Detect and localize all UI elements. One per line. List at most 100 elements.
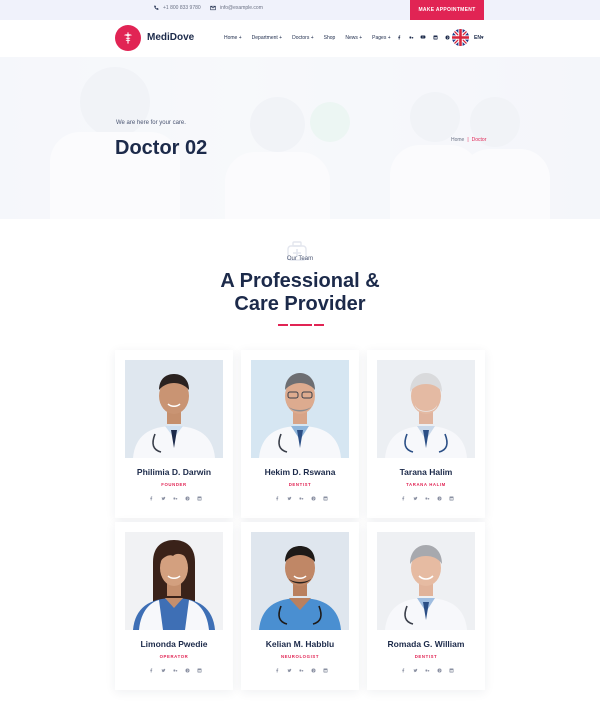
doctor-social-links — [148, 495, 202, 501]
doctor-card[interactable]: Limonda Pwedie OPERATOR — [115, 522, 233, 690]
behance-icon[interactable] — [298, 495, 304, 501]
pinterest-icon[interactable] — [436, 667, 442, 673]
pinterest-icon[interactable] — [310, 495, 316, 501]
linkedin-icon[interactable] — [196, 495, 202, 501]
nav-home[interactable]: Home + — [224, 35, 242, 41]
nav-department[interactable]: Department + — [252, 35, 282, 41]
pinterest-icon[interactable] — [444, 34, 450, 40]
linkedin-icon[interactable] — [432, 34, 438, 40]
brand-name[interactable]: MediDove — [147, 32, 194, 43]
section-title-line: A Professional & — [220, 270, 380, 292]
doctor-name[interactable]: Hekim D. Rswana — [241, 467, 359, 477]
logo-mark[interactable] — [115, 25, 141, 51]
doctor-name[interactable]: Romada G. William — [367, 639, 485, 649]
caduceus-icon — [123, 32, 133, 44]
facebook-icon[interactable] — [400, 667, 406, 673]
nav-doctors[interactable]: Doctors + — [292, 35, 314, 41]
doctor-role: OPERATOR — [159, 654, 189, 659]
site-header: MediDove Home + Department + Doctors + S… — [0, 20, 600, 57]
hero-tagline: We are here for your care. — [116, 120, 186, 126]
page-title: Doctor 02 — [115, 137, 208, 159]
section-subtitle: Our Team — [286, 256, 314, 262]
doctor-role: DENTIST — [414, 654, 438, 659]
pinterest-icon[interactable] — [184, 495, 190, 501]
breadcrumb-current: Doctor — [471, 137, 487, 143]
doctor-role: NEUROLOGIST — [280, 654, 320, 659]
doctor-social-links — [400, 667, 454, 673]
twitter-icon[interactable] — [412, 495, 418, 501]
phone-number: +1 800 833 9780 — [163, 5, 201, 11]
doctor-photo[interactable] — [125, 360, 223, 458]
section-title-line: Care Provider — [234, 293, 366, 315]
doctor-photo[interactable] — [125, 532, 223, 630]
doctor-role: TARANA HALIM — [406, 482, 446, 487]
doctor-card[interactable]: Romada G. William DENTIST — [367, 522, 485, 690]
doctor-card[interactable]: Philimia D. Darwin FOUNDER — [115, 350, 233, 518]
behance-icon[interactable] — [424, 495, 430, 501]
twitter-icon[interactable] — [160, 667, 166, 673]
doctor-name[interactable]: Kelian M. Habblu — [241, 639, 359, 649]
facebook-icon[interactable] — [274, 667, 280, 673]
title-divider — [278, 324, 288, 326]
header-social-links — [396, 34, 450, 40]
twitter-icon[interactable] — [286, 495, 292, 501]
section-title: A Professional & Care Provider — [0, 270, 600, 316]
breadcrumb-home[interactable]: Home — [451, 137, 464, 143]
doctor-photo[interactable] — [251, 532, 349, 630]
phone-icon — [154, 5, 159, 10]
linkedin-icon[interactable] — [448, 495, 454, 501]
nav-shop[interactable]: Shop — [324, 35, 336, 41]
pinterest-icon[interactable] — [436, 495, 442, 501]
pinterest-icon[interactable] — [310, 667, 316, 673]
behance-icon[interactable] — [298, 667, 304, 673]
facebook-icon[interactable] — [148, 667, 154, 673]
facebook-icon[interactable] — [148, 495, 154, 501]
linkedin-icon[interactable] — [448, 667, 454, 673]
uk-flag-icon[interactable] — [452, 29, 469, 46]
language-selector[interactable]: EN▾ — [474, 35, 483, 41]
top-bar: +1 800 833 9780 info@example.com MAKE AP… — [0, 0, 600, 20]
doctor-social-links — [400, 495, 454, 501]
twitter-icon[interactable] — [160, 495, 166, 501]
behance-icon[interactable] — [408, 34, 414, 40]
doctor-social-links — [274, 667, 328, 673]
youtube-icon[interactable] — [420, 34, 426, 40]
doctor-photo[interactable] — [377, 360, 475, 458]
email-contact[interactable]: info@example.com — [210, 5, 263, 11]
doctor-social-links — [148, 667, 202, 673]
facebook-icon[interactable] — [396, 34, 402, 40]
behance-icon[interactable] — [172, 667, 178, 673]
doctor-name[interactable]: Limonda Pwedie — [115, 639, 233, 649]
main-nav: Home + Department + Doctors + Shop News … — [224, 35, 391, 41]
phone-contact[interactable]: +1 800 833 9780 — [153, 5, 201, 11]
behance-icon[interactable] — [172, 495, 178, 501]
doctor-social-links — [274, 495, 328, 501]
doctor-photo[interactable] — [377, 532, 475, 630]
linkedin-icon[interactable] — [322, 667, 328, 673]
doctor-card[interactable]: Kelian M. Habblu NEUROLOGIST — [241, 522, 359, 690]
doctor-name[interactable]: Tarana Halim — [367, 467, 485, 477]
doctor-name[interactable]: Philimia D. Darwin — [115, 467, 233, 477]
twitter-icon[interactable] — [286, 667, 292, 673]
doctor-role: FOUNDER — [161, 482, 187, 487]
facebook-icon[interactable] — [400, 495, 406, 501]
doctor-card[interactable]: Tarana Halim TARANA HALIM — [367, 350, 485, 518]
nav-news[interactable]: News + — [345, 35, 362, 41]
breadcrumb: Home | Doctor — [451, 137, 486, 143]
twitter-icon[interactable] — [412, 667, 418, 673]
title-divider — [314, 324, 324, 326]
nav-pages[interactable]: Pages + — [372, 35, 391, 41]
linkedin-icon[interactable] — [322, 495, 328, 501]
title-divider — [290, 324, 312, 326]
make-appointment-button[interactable]: MAKE APPOINTMENT — [410, 0, 484, 20]
doctor-card[interactable]: Hekim D. Rswana DENTIST — [241, 350, 359, 518]
breadcrumb-separator: | — [467, 137, 469, 143]
doctor-photo[interactable] — [251, 360, 349, 458]
email-address: info@example.com — [220, 5, 263, 11]
envelope-icon — [210, 5, 216, 11]
facebook-icon[interactable] — [274, 495, 280, 501]
behance-icon[interactable] — [424, 667, 430, 673]
pinterest-icon[interactable] — [184, 667, 190, 673]
page-hero: We are here for your care. Doctor 02 Hom… — [0, 57, 600, 219]
linkedin-icon[interactable] — [196, 667, 202, 673]
